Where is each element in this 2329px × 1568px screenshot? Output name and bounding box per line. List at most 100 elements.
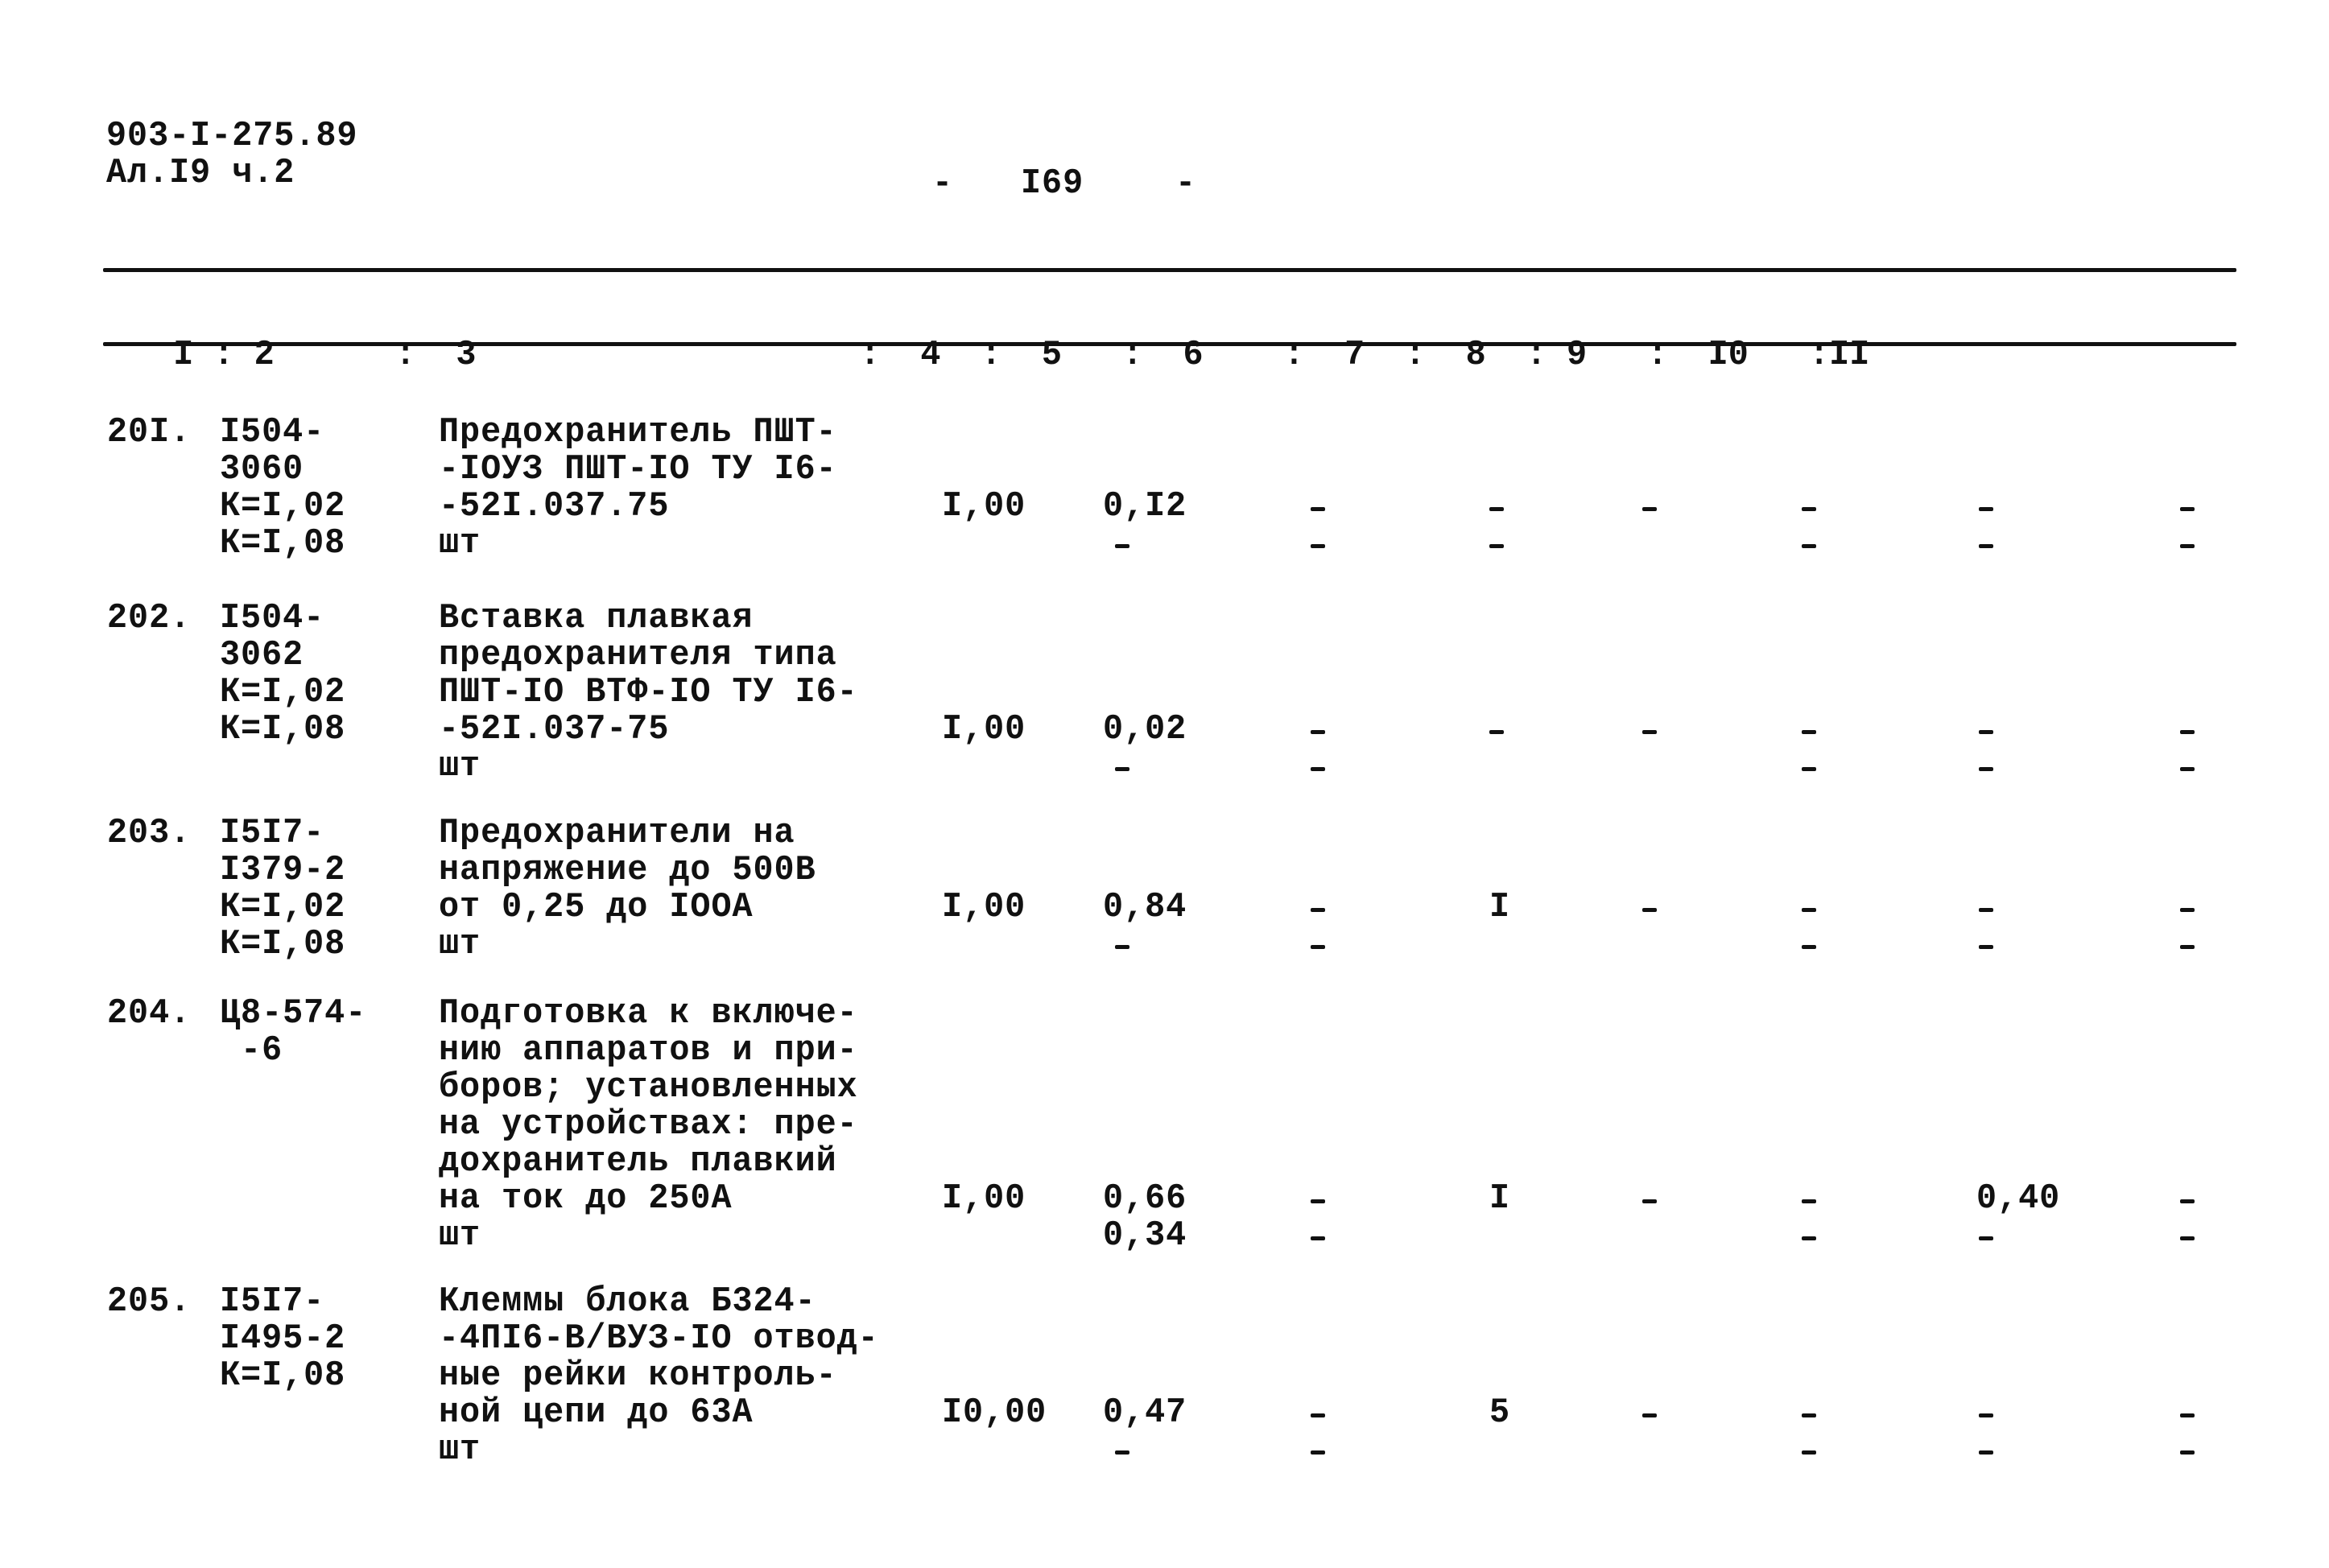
empty-dash-c10: [1979, 1450, 1993, 1455]
unit-label: шт: [439, 1215, 481, 1256]
document-code: 903-I-275.89: [106, 116, 358, 156]
description-line: Вставка плавкая: [439, 598, 754, 638]
description-line: на устройствах: пре-: [439, 1104, 858, 1145]
cell-value-c10: 0,40: [1976, 1178, 2061, 1219]
unit-label: шт: [439, 1430, 481, 1470]
empty-dash-c11: [2180, 1199, 2195, 1203]
empty-dash-c9: [1802, 730, 1816, 734]
resource-code: Ц8-574- -6: [220, 995, 366, 1069]
empty-dash-c9: [1802, 1199, 1816, 1203]
empty-dash-c11: [2180, 1450, 2195, 1455]
resource-code-line: К=I,08: [220, 523, 346, 563]
description-line: -IОУЗ ПШТ-IO ТУ I6-: [439, 449, 837, 489]
description-line: -52I.037.75: [439, 486, 670, 526]
item-description: Предохранители на напряжение до 500В от 0,…: [439, 815, 816, 963]
cell-value-c5: 0,84: [1103, 887, 1187, 927]
resource-code-line: К=I,02: [220, 887, 346, 927]
empty-dash-c9: [1802, 507, 1816, 511]
cell-value-c5: 0,02: [1103, 709, 1187, 749]
cell-value-c5: 0,47: [1103, 1393, 1187, 1433]
resource-code-line: I5I7-: [220, 1281, 325, 1322]
description-line: ной цепи до 63А: [439, 1393, 754, 1433]
empty-dash-c5: [1115, 544, 1129, 548]
item-description: Клеммы блока Б324- -4ПI6-В/ВУЗ-IO отвод-н…: [439, 1283, 879, 1468]
cell-value-c5: 0,34: [1103, 1215, 1187, 1256]
resource-code: I5I7- I495-2 К=I,08: [220, 1283, 345, 1394]
page-number-dash-right: -: [1175, 163, 1197, 204]
empty-dash-c10: [1979, 730, 1993, 734]
empty-dash-c6: [1311, 544, 1325, 548]
empty-dash-c11: [2180, 544, 2195, 548]
resource-code-line: I504-: [220, 598, 325, 638]
quantity-value: I,00: [942, 709, 1026, 749]
empty-dash-c6: [1311, 730, 1325, 734]
empty-dash-c6: [1311, 945, 1325, 949]
quantity-value: I,00: [942, 887, 1026, 927]
row-number: 203.: [107, 813, 192, 853]
empty-dash-c8: [1642, 730, 1657, 734]
resource-code-line: 3062: [220, 635, 304, 675]
empty-dash-c11: [2180, 767, 2195, 771]
empty-dash-c11: [2180, 1413, 2195, 1417]
description-line: -52I.037-75: [439, 709, 670, 749]
empty-dash-c7: [1489, 507, 1504, 511]
description-line: Предохранитель ПШТ-: [439, 412, 837, 452]
resource-code-line: I5I7-: [220, 813, 325, 853]
description-line: от 0,25 до IOOA: [439, 887, 754, 927]
empty-dash-c10: [1979, 908, 1993, 912]
resource-code: I5I7- I379-2 К=I,02 К=I,08: [220, 815, 345, 963]
description-line: Подготовка к включе-: [439, 993, 858, 1034]
empty-dash-c5: [1115, 1450, 1129, 1455]
item-description: Вставка плавкая предохранителя типа ПШТ-IO…: [439, 600, 858, 785]
column-header-line: I : 2 : 3 : 4 : 5 : 6 : 7 : 8 : 9 : I0 :…: [153, 335, 1870, 375]
page-number-dash-left: -: [932, 163, 954, 204]
cell-value-c7: I: [1489, 1178, 1511, 1219]
unit-label: шт: [439, 924, 481, 964]
description-line: Предохранители на: [439, 813, 795, 853]
empty-dash-c11: [2180, 730, 2195, 734]
empty-dash-c6: [1311, 908, 1325, 912]
empty-dash-c9: [1802, 767, 1816, 771]
resource-code-line: К=I,02: [220, 672, 346, 712]
quantity-value: I,00: [942, 1178, 1026, 1219]
empty-dash-c9: [1802, 544, 1816, 548]
item-description: Предохранитель ПШТ- -IОУЗ ПШТ-IO ТУ I6- -5…: [439, 414, 837, 562]
row-number: 205.: [107, 1281, 192, 1322]
empty-dash-c10: [1979, 544, 1993, 548]
resource-code-line: I379-2: [220, 850, 346, 890]
quantity-value: I,00: [942, 486, 1026, 526]
cell-value-c7: I: [1489, 887, 1511, 927]
column-header-row: I : 2 : 3 : 4 : 5 : 6 : 7 : 8 : 9 : I0 :…: [113, 299, 1869, 373]
empty-dash-c10: [1979, 1413, 1993, 1417]
empty-dash-c10: [1979, 507, 1993, 511]
empty-dash-c11: [2180, 908, 2195, 912]
description-line: предохранителя типа: [439, 635, 837, 675]
empty-dash-c10: [1979, 767, 1993, 771]
empty-dash-c6: [1311, 507, 1325, 511]
empty-dash-c7: [1489, 730, 1504, 734]
resource-code: I504- 3060 К=I,02 К=I,08: [220, 414, 345, 562]
empty-dash-c9: [1802, 1413, 1816, 1417]
table-header-bottom-rule: [103, 342, 2236, 346]
description-line: -4ПI6-В/ВУЗ-IO отвод-: [439, 1318, 879, 1359]
empty-dash-c8: [1642, 908, 1657, 912]
description-line: боров; установленных: [439, 1067, 858, 1108]
row-number: 204.: [107, 993, 192, 1034]
resource-code-line: К=I,08: [220, 709, 346, 749]
empty-dash-c8: [1642, 1199, 1657, 1203]
empty-dash-c6: [1311, 1236, 1325, 1240]
empty-dash-c11: [2180, 945, 2195, 949]
empty-dash-c7: [1489, 544, 1504, 548]
resource-code: I504- 3062 К=I,02 К=I,08: [220, 600, 345, 748]
row-number: 20I.: [107, 412, 192, 452]
cell-value-c7: 5: [1489, 1393, 1511, 1433]
empty-dash-c11: [2180, 507, 2195, 511]
resource-code-line: К=I,08: [220, 924, 346, 964]
resource-code-line: Ц8-574-: [220, 993, 367, 1034]
sheet-label: Ал.I9 ч.2: [106, 153, 295, 193]
empty-dash-c10: [1979, 945, 1993, 949]
resource-code-line: -6: [220, 1030, 283, 1071]
description-line: ПШТ-IO ВТФ-IO ТУ I6-: [439, 672, 858, 712]
empty-dash-c8: [1642, 507, 1657, 511]
empty-dash-c10: [1979, 1236, 1993, 1240]
